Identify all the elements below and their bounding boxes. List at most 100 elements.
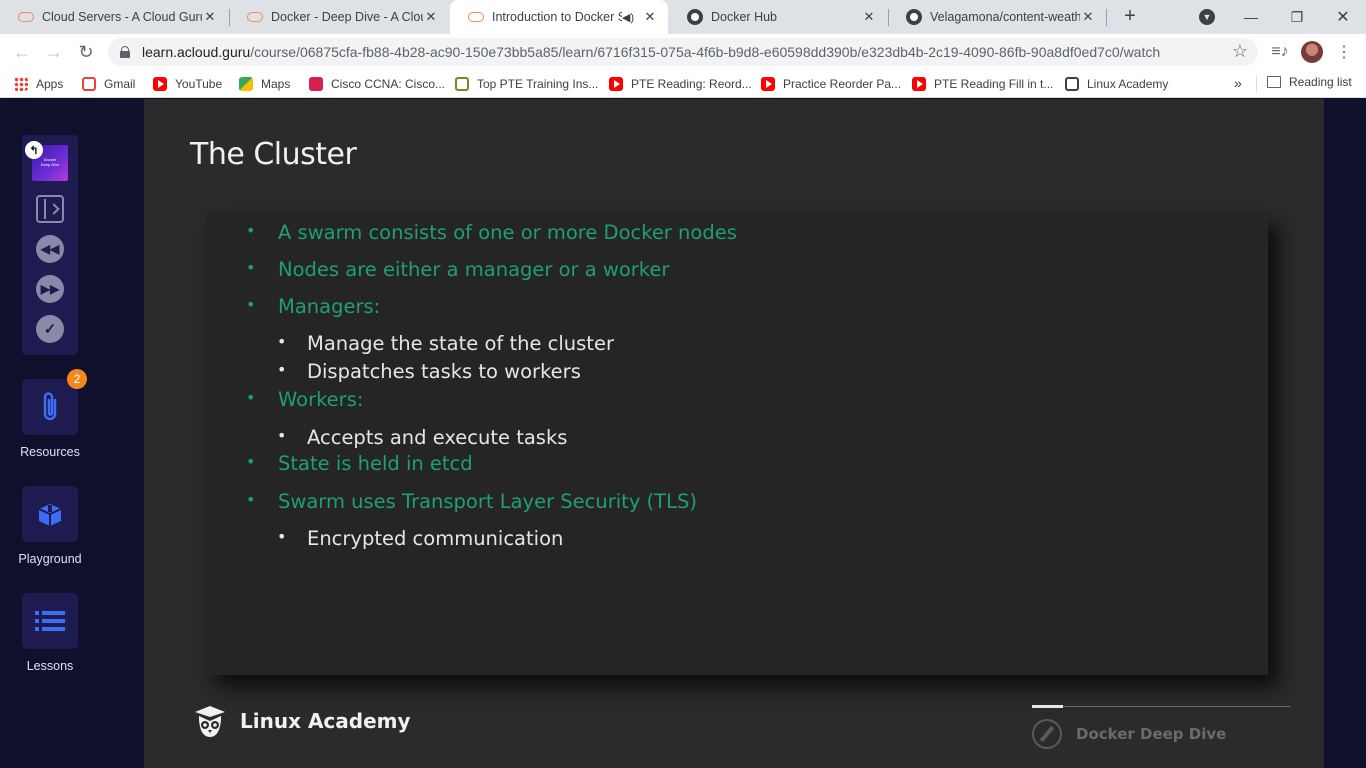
tab-search-icon[interactable]: ▼ <box>1184 0 1230 34</box>
youtube-icon <box>609 77 623 91</box>
lessons-label: Lessons <box>26 659 74 673</box>
gmail-icon <box>82 77 96 91</box>
bullet-dot-icon: • <box>246 295 256 314</box>
close-tab-icon[interactable]: ✕ <box>642 9 658 25</box>
course-player: Docker Deep Dive ↰ ◀◀ ▶▶ ✓ 2 Resources P… <box>0 99 1366 768</box>
player-controls: Docker Deep Dive ↰ ◀◀ ▶▶ ✓ <box>22 135 78 355</box>
tab-docker-hub[interactable]: Docker Hub ✕ <box>669 0 887 34</box>
bookmark-label: Linux Academy <box>1087 77 1169 91</box>
close-tab-icon[interactable]: ✕ <box>861 9 877 25</box>
browser-tab-strip: Cloud Servers - A Cloud Guru ✕ Docker - … <box>0 0 1366 34</box>
mark-complete-icon[interactable]: ✓ <box>36 315 64 343</box>
back-icon[interactable]: ↰ <box>25 141 43 159</box>
reading-list-icon <box>1267 76 1281 88</box>
bookmark-star-icon[interactable]: ☆ <box>1232 41 1248 62</box>
sub-bullet-item: • Dispatches tasks to workers <box>277 360 581 383</box>
bullet-dot-icon: • <box>277 332 287 351</box>
tab-title: Velagamona/content-weathe <box>930 10 1080 24</box>
youtube-icon <box>153 77 167 91</box>
docker-hub-icon <box>687 9 703 25</box>
bullet-dot-icon: • <box>277 527 287 546</box>
paperclip-icon <box>43 392 57 421</box>
bookmark-label: Cisco CCNA: Cisco... <box>331 77 446 91</box>
video-player[interactable]: The Cluster • A swarm consists of one or … <box>144 99 1324 768</box>
brand-name: Linux Academy <box>240 709 411 733</box>
maps-icon <box>239 77 253 91</box>
sub-bullet-item: • Accepts and execute tasks <box>277 426 568 449</box>
bookmark-pte-fill[interactable]: PTE Reading Fill in t... <box>912 75 1053 93</box>
reading-list-button[interactable]: Reading list <box>1267 75 1352 89</box>
tab-cloud-servers[interactable]: Cloud Servers - A Cloud Guru ✕ <box>0 0 228 34</box>
tab-docker-deep-dive[interactable]: Docker - Deep Dive - A Cloud ✕ <box>229 0 449 34</box>
bookmark-label: Apps <box>36 77 64 91</box>
lock-icon[interactable] <box>120 46 130 58</box>
close-window-icon[interactable]: ✕ <box>1320 0 1366 34</box>
bookmark-gmail[interactable]: Gmail <box>82 75 135 93</box>
menu-kebab-icon[interactable]: ⋮ <box>1332 40 1356 64</box>
close-tab-icon[interactable]: ✕ <box>202 9 218 25</box>
cloud-guru-icon <box>18 12 34 22</box>
divider <box>1256 76 1257 92</box>
lessons-button[interactable] <box>22 593 78 649</box>
tab-title: Introduction to Docker S <box>492 10 622 24</box>
rewind-icon[interactable]: ◀◀ <box>36 235 64 263</box>
close-tab-icon[interactable]: ✕ <box>1080 9 1096 25</box>
url-path: /course/06875cfa-fb88-4b28-ac90-150e73bb… <box>250 44 1161 60</box>
new-tab-icon[interactable]: + <box>1118 5 1142 29</box>
slide-title: The Cluster <box>190 137 357 172</box>
bullet-item: • A swarm consists of one or more Docker … <box>246 221 737 244</box>
owl-icon <box>195 706 225 737</box>
sub-bullet-item: • Manage the state of the cluster <box>277 332 614 355</box>
cube-icon <box>38 504 62 526</box>
minimize-icon[interactable]: — <box>1228 0 1274 34</box>
forward-arrow-icon[interactable]: → <box>42 40 66 64</box>
bookmarks-bar: Apps Gmail YouTube Maps Cisco CCNA: Cisc… <box>0 70 1366 98</box>
bullet-item: • Nodes are either a manager or a worker <box>246 258 670 281</box>
bullet-dot-icon: • <box>246 388 256 407</box>
sidebar: Docker Deep Dive ↰ ◀◀ ▶▶ ✓ 2 Resources P… <box>0 99 100 768</box>
tab-github[interactable]: Velagamona/content-weathe ✕ <box>888 0 1106 34</box>
close-tab-icon[interactable]: ✕ <box>423 9 439 25</box>
cloud-guru-icon <box>468 12 484 22</box>
playground-button[interactable] <box>22 486 78 542</box>
media-control-icon[interactable]: ≡♪ <box>1268 40 1292 64</box>
slide-progress-track <box>1032 706 1290 707</box>
resources-label: Resources <box>20 445 80 459</box>
bullet-dot-icon: • <box>277 426 287 445</box>
apps-icon <box>14 77 28 91</box>
bookmark-linux-academy[interactable]: Linux Academy <box>1065 75 1168 93</box>
fast-forward-icon[interactable]: ▶▶ <box>36 275 64 303</box>
bookmark-pte-reading[interactable]: PTE Reading: Reord... <box>609 75 752 93</box>
tab-introduction-docker[interactable]: Introduction to Docker S ◀) ✕ <box>450 0 668 34</box>
toggle-panel-icon[interactable] <box>36 195 64 223</box>
bookmark-pte-training[interactable]: Top PTE Training Ins... <box>455 75 598 93</box>
speaker-icon[interactable]: ◀) <box>622 11 634 24</box>
bullet-dot-icon: • <box>246 221 256 240</box>
bookmark-practice-reorder[interactable]: Practice Reorder Pa... <box>761 75 901 93</box>
restore-icon[interactable]: ❐ <box>1274 0 1320 34</box>
bookmark-cisco[interactable]: Cisco CCNA: Cisco... <box>309 75 445 93</box>
tab-title: Docker - Deep Dive - A Cloud <box>271 10 423 24</box>
resources-button[interactable] <box>22 379 78 435</box>
address-bar[interactable]: learn.acloud.guru/course/06875cfa-fb88-4… <box>108 38 1258 66</box>
github-icon <box>906 9 922 25</box>
bookmark-label: Gmail <box>104 77 136 91</box>
bookmark-apps[interactable]: Apps <box>14 75 63 93</box>
youtube-icon <box>912 77 926 91</box>
resources-count-badge: 2 <box>67 369 87 389</box>
reading-list-label: Reading list <box>1289 75 1352 89</box>
back-arrow-icon[interactable]: ← <box>10 40 34 64</box>
bookmark-label: YouTube <box>175 77 223 91</box>
bookmarks-overflow-icon[interactable]: » <box>1234 75 1242 91</box>
bullet-dot-icon: • <box>246 258 256 277</box>
bullet-item: • Managers: <box>246 295 381 318</box>
bookmark-youtube[interactable]: YouTube <box>153 75 222 93</box>
bullet-dot-icon: • <box>246 452 256 471</box>
course-name: Docker Deep Dive <box>1076 725 1227 743</box>
slide-progress-fill <box>1032 705 1063 708</box>
bookmark-maps[interactable]: Maps <box>239 75 290 93</box>
profile-avatar[interactable] <box>1300 40 1324 64</box>
reload-icon[interactable]: ↻ <box>74 40 98 64</box>
tab-title: Cloud Servers - A Cloud Guru <box>42 10 202 24</box>
bookmark-label: Top PTE Training Ins... <box>477 77 599 91</box>
